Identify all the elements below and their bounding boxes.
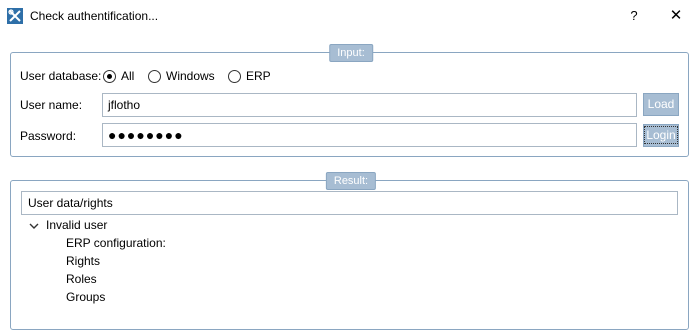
user-name-label: User name: — [20, 98, 83, 112]
tools-icon — [7, 8, 23, 24]
window-title: Check authentification... — [30, 9, 159, 23]
radio-erp[interactable]: ERP — [228, 69, 271, 83]
radio-all-label[interactable]: All — [121, 69, 134, 83]
input-group: Input: User database: All Windows ERP Us… — [10, 44, 689, 157]
result-group: Result: User data/rights Invalid user ER… — [10, 172, 689, 330]
tree-root-node[interactable]: Invalid user — [46, 218, 107, 232]
close-button[interactable]: ✕ — [664, 6, 688, 26]
login-button-label[interactable]: Login — [644, 126, 678, 144]
tree-node-erp-configuration[interactable]: ERP configuration: — [66, 236, 166, 250]
title-bar: Check authentification... ? ✕ — [0, 0, 698, 33]
load-button[interactable]: Load — [643, 93, 679, 116]
password-label: Password: — [20, 129, 77, 143]
radio-all[interactable]: All — [103, 69, 134, 83]
login-button[interactable]: Login — [643, 124, 679, 147]
user-database-label: User database: — [20, 69, 102, 83]
radio-windows-label[interactable]: Windows — [166, 69, 215, 83]
radio-all-indicator[interactable] — [103, 69, 116, 83]
input-group-title: Input: — [329, 44, 373, 62]
radio-erp-label[interactable]: ERP — [246, 69, 271, 83]
radio-windows[interactable]: Windows — [148, 69, 215, 83]
tree-node-roles[interactable]: Roles — [66, 272, 97, 286]
radio-windows-indicator[interactable] — [148, 69, 161, 83]
user-name-input[interactable]: jflotho — [102, 93, 637, 117]
chevron-down-icon[interactable] — [29, 221, 39, 231]
password-input[interactable]: ●●●●●●●● — [102, 123, 637, 147]
tree-column-header[interactable]: User data/rights — [21, 191, 678, 215]
help-button[interactable]: ? — [624, 6, 644, 26]
tree-node-rights[interactable]: Rights — [66, 254, 100, 268]
radio-erp-indicator[interactable] — [228, 69, 241, 83]
tree-node-groups[interactable]: Groups — [66, 290, 105, 304]
result-group-title: Result: — [325, 172, 377, 190]
